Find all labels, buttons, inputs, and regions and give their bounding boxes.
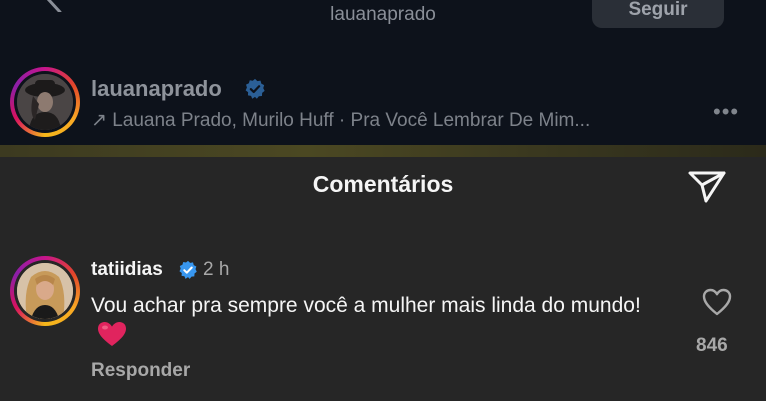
comments-sheet: Comentários tatiidias 2 h Vou achar pra … — [0, 157, 766, 401]
sheet-title: Comentários — [312, 171, 454, 197]
like-count: 846 — [696, 335, 728, 356]
comment-username[interactable]: tatiidias — [91, 259, 163, 281]
verified-badge-icon — [179, 260, 197, 279]
post-header: lauanaprado Seguir lauanaprado ↗ Lauana … — [0, 0, 766, 150]
red-heart-emoji-icon — [98, 322, 126, 346]
comment-timestamp: 2 h — [203, 259, 230, 280]
comment-text: Vou achar pra sempre você a mulher mais … — [91, 291, 681, 351]
share-send-icon[interactable] — [686, 165, 728, 207]
post-username[interactable]: lauanaprado — [91, 76, 222, 102]
comment-avatar-photo — [17, 263, 73, 319]
comment-body: Vou achar pra sempre você a mulher mais … — [91, 294, 641, 317]
more-options-icon[interactable]: ••• — [713, 99, 739, 125]
post-avatar-photo — [17, 74, 73, 130]
reply-button[interactable]: Responder — [91, 360, 190, 382]
post-audio-label[interactable]: ↗ Lauana Prado, Murilo Huff · Pra Você L… — [91, 109, 590, 132]
verified-badge-icon — [245, 78, 265, 99]
heart-outline-icon[interactable] — [702, 288, 732, 316]
follow-button[interactable]: Seguir — [592, 0, 724, 28]
post-avatar[interactable] — [10, 67, 80, 137]
comment-avatar[interactable] — [10, 256, 80, 326]
